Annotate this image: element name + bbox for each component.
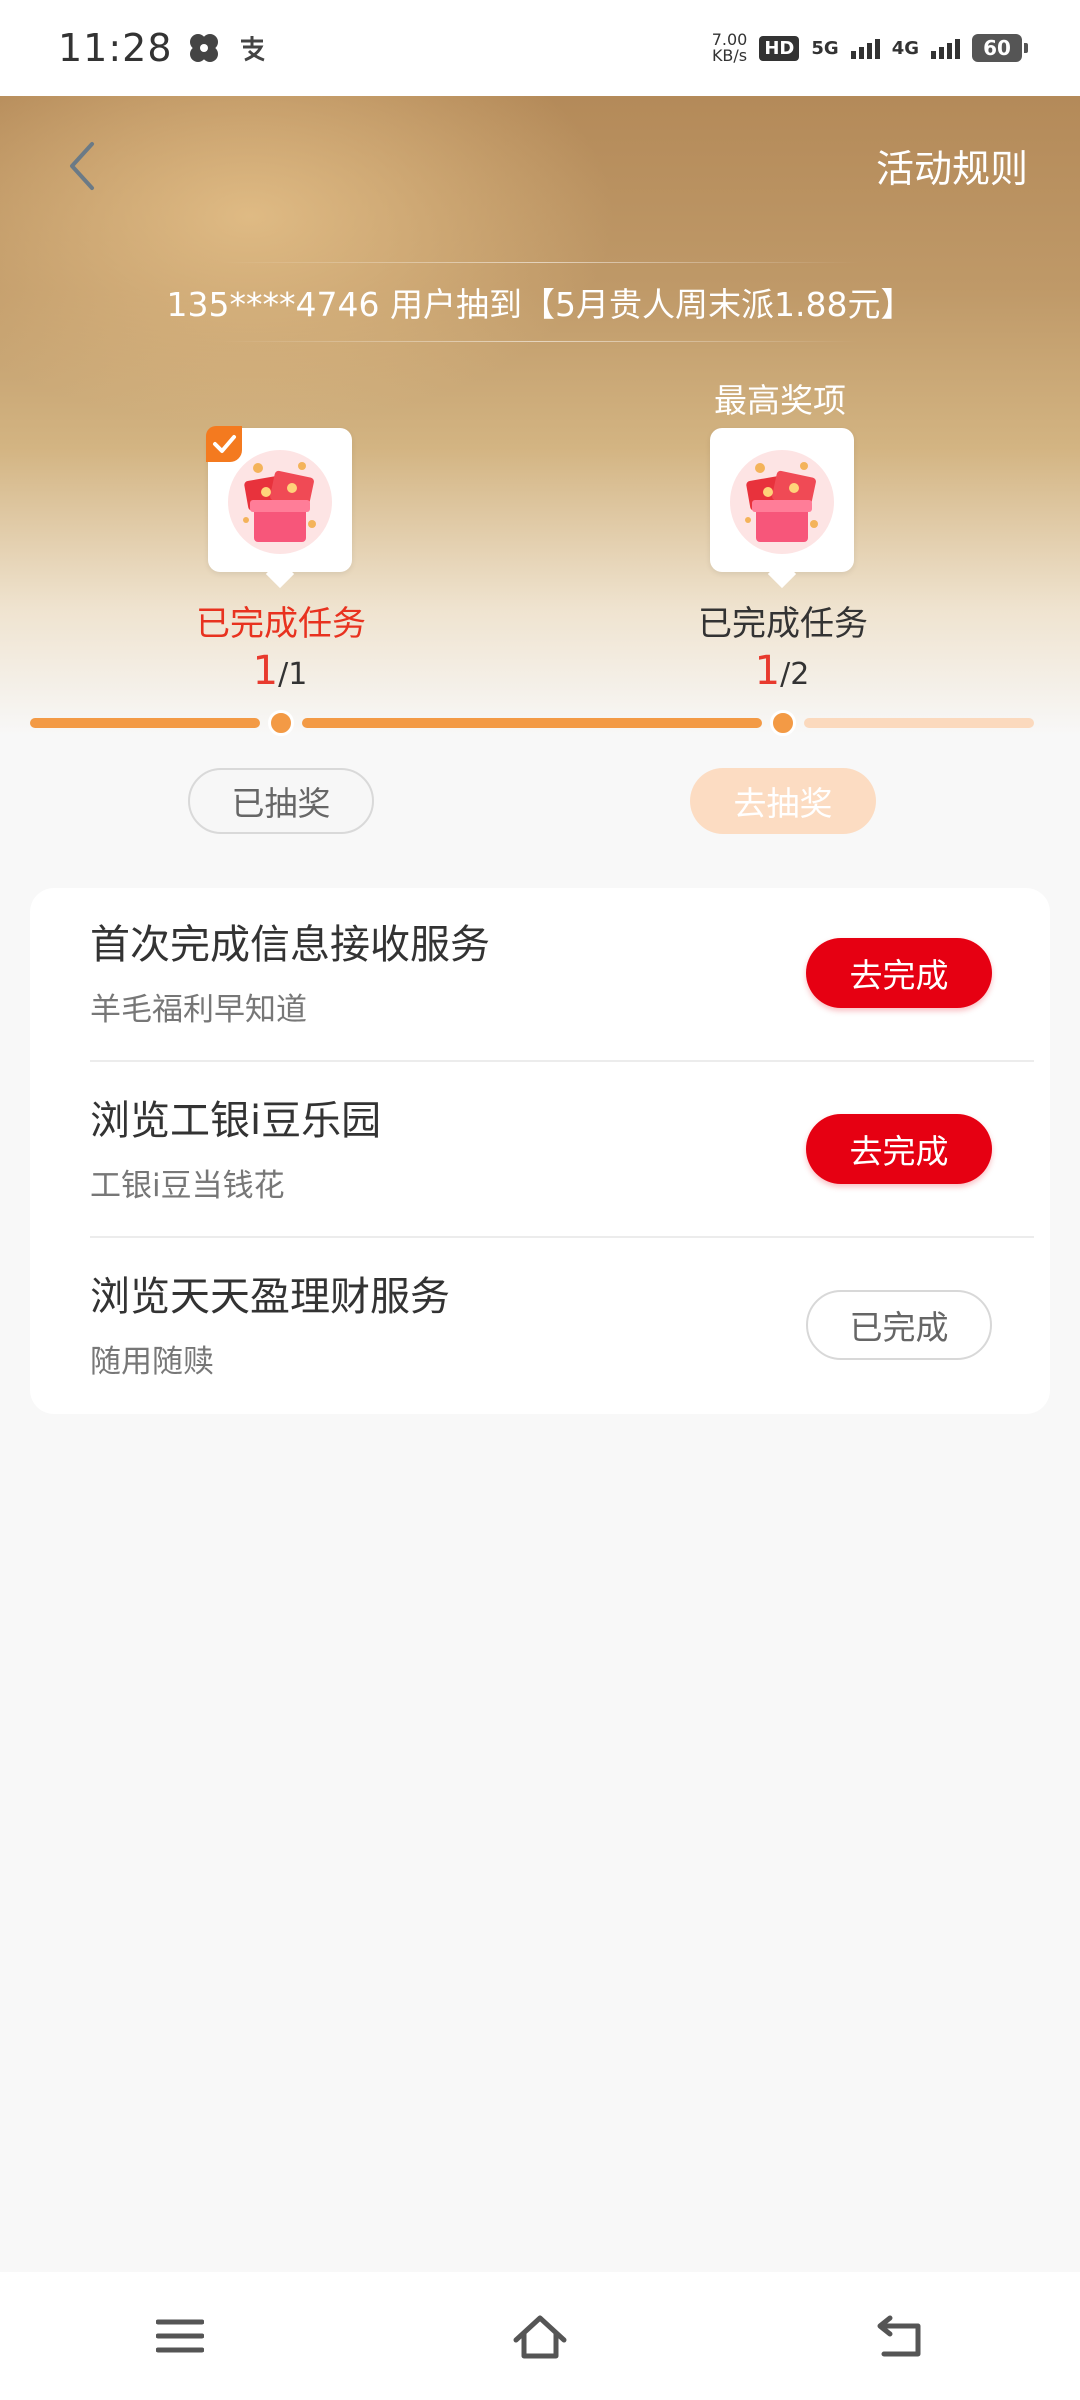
go-draw-button[interactable]: 去抽奖 xyxy=(690,768,876,834)
go-complete-button[interactable]: 去完成 xyxy=(806,938,992,1008)
menu-icon[interactable] xyxy=(150,2306,210,2366)
task-title: 浏览天天盈理财服务 xyxy=(90,1274,450,1320)
progress-segment-3 xyxy=(804,718,1034,728)
status-bar: 11:28 7.00 KB/s HD 5G 4G 60 xyxy=(0,0,1080,96)
drawn-button[interactable]: 已抽奖 xyxy=(188,768,374,834)
progress-segment-1 xyxy=(30,718,260,728)
task-row: 首次完成信息接收服务 羊毛福利早知道 去完成 xyxy=(30,888,1050,1064)
pinwheel-icon xyxy=(189,34,218,62)
task-subtitle: 羊毛福利早知道 xyxy=(90,992,307,1028)
completed-check-icon xyxy=(206,426,242,462)
progress-dot-1 xyxy=(268,710,294,736)
task-list: 首次完成信息接收服务 羊毛福利早知道 去完成 浏览工银i豆乐园 工银i豆当钱花 … xyxy=(30,888,1050,1414)
divider xyxy=(90,1060,1034,1062)
prize-card-1[interactable] xyxy=(206,426,352,572)
signal-icon xyxy=(850,37,880,59)
milestone-2-status: 已完成任务 xyxy=(698,604,868,644)
home-icon[interactable] xyxy=(510,2306,570,2366)
divider xyxy=(90,1236,1034,1238)
task-row: 浏览天天盈理财服务 随用随赎 已完成 xyxy=(30,1240,1050,1416)
milestone-2-count: 1/2 xyxy=(754,648,810,694)
battery-icon: 60 xyxy=(972,34,1028,62)
back-icon[interactable] xyxy=(870,2306,930,2366)
activity-rules-link[interactable]: 活动规则 xyxy=(876,138,1028,193)
progress-dot-2 xyxy=(770,710,796,736)
status-time: 11:28 xyxy=(58,26,173,70)
prize-card-2[interactable] xyxy=(710,428,854,572)
back-arrow-icon[interactable] xyxy=(62,138,102,194)
task-title: 首次完成信息接收服务 xyxy=(90,922,490,968)
hd-badge: HD xyxy=(759,35,800,61)
go-complete-button[interactable]: 去完成 xyxy=(806,1114,992,1184)
task-subtitle: 随用随赎 xyxy=(90,1344,214,1380)
winner-broadcast: 135****4746 用户抽到【5月贵人周末派1.88元】 xyxy=(0,262,1080,342)
signal-icon xyxy=(931,37,960,59)
top-prize-label: 最高奖项 xyxy=(714,381,846,420)
red-envelope-gift-icon xyxy=(730,450,834,554)
completed-button[interactable]: 已完成 xyxy=(806,1290,992,1360)
task-subtitle: 工银i豆当钱花 xyxy=(90,1168,285,1204)
progress-segment-2 xyxy=(302,718,762,728)
system-nav-bar xyxy=(0,2272,1080,2400)
milestone-1-count: 1/1 xyxy=(252,648,308,694)
net-speed: 7.00 KB/s xyxy=(711,30,748,65)
task-row: 浏览工银i豆乐园 工银i豆当钱花 去完成 xyxy=(30,1064,1050,1240)
network-4g: 4G xyxy=(891,37,919,59)
network-5g: 5G xyxy=(811,37,839,59)
task-title: 浏览工银i豆乐园 xyxy=(90,1098,382,1144)
milestone-1-status: 已完成任务 xyxy=(196,604,366,644)
alipay-icon xyxy=(240,36,265,62)
